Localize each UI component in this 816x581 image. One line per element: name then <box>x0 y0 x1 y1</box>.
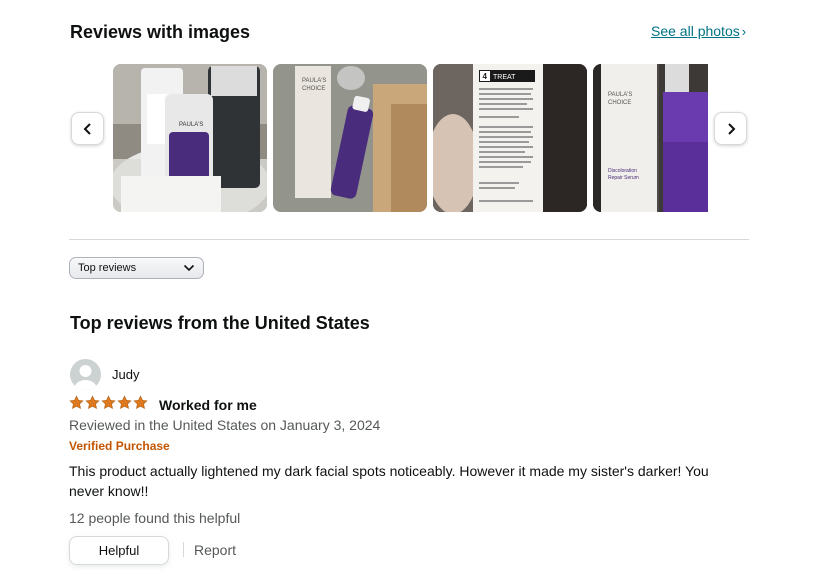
review-image-1-photo: PAULA'S <box>113 64 267 212</box>
star-icon <box>69 395 84 409</box>
sort-reviews-dropdown[interactable]: Top reviews <box>69 257 204 279</box>
star-icon <box>117 395 132 409</box>
star-icon <box>101 395 116 409</box>
thumb4-product2: Repair Serum <box>608 175 639 181</box>
review-image-4[interactable]: PAULA'S CHOICE Discoloration Repair Seru… <box>593 64 708 212</box>
helpful-button-label[interactable]: Helpful <box>99 543 139 558</box>
carousel-next-button[interactable] <box>714 112 747 145</box>
thumb4-brand: PAULA'S <box>608 92 632 98</box>
thumb1-brand: PAULA'S <box>179 122 203 128</box>
review-author[interactable]: Judy <box>112 367 139 382</box>
section-divider <box>69 239 749 240</box>
review-image-2-photo: PAULA'S CHOICE <box>273 64 427 212</box>
carousel-prev-button[interactable] <box>71 112 104 145</box>
star-rating[interactable] <box>69 395 148 410</box>
user-silhouette-icon <box>74 365 97 390</box>
thumb3-label: TREAT <box>493 74 516 81</box>
chevron-left-icon <box>83 122 91 135</box>
review-image-2[interactable]: PAULA'S CHOICE <box>273 64 427 212</box>
thumb3-step: 4 <box>483 72 488 81</box>
thumb4-brand2: CHOICE <box>608 100 631 106</box>
star-icon <box>133 395 148 409</box>
chevron-right-small-icon: › <box>741 24 747 39</box>
thumb4-product1: Discoloration <box>608 168 637 174</box>
chevron-right-icon <box>727 122 735 135</box>
star-icon <box>85 395 100 409</box>
thumb2-brand2: CHOICE <box>302 86 325 92</box>
see-all-photos-link[interactable]: See all photos › <box>651 23 746 39</box>
top-reviews-heading: Top reviews from the United States <box>70 313 370 333</box>
review-image-4-photo: PAULA'S CHOICE Discoloration Repair Seru… <box>593 64 708 212</box>
verified-purchase-badge[interactable]: Verified Purchase <box>69 439 170 453</box>
thumb2-brand: PAULA'S <box>302 78 326 84</box>
sort-selected-label[interactable]: Top reviews <box>78 262 136 274</box>
images-section-title: Reviews with images <box>70 22 251 42</box>
chevron-down-icon <box>183 264 195 272</box>
review-date: Reviewed in the United States on January… <box>69 417 381 433</box>
see-all-photos-label[interactable]: See all photos <box>651 23 740 39</box>
review-title[interactable]: Worked for me <box>159 397 257 413</box>
review-image-3[interactable]: 4 TREAT <box>433 64 587 212</box>
action-separator <box>183 542 184 557</box>
review-image-3-photo: 4 TREAT <box>433 64 587 212</box>
helpful-count: 12 people found this helpful <box>69 510 241 526</box>
helpful-button[interactable]: Helpful <box>69 536 169 565</box>
avatar[interactable] <box>70 359 101 390</box>
report-link[interactable]: Report <box>194 542 236 558</box>
review-body: This product actually lightened my dark … <box>69 463 709 499</box>
review-image-1[interactable]: PAULA'S <box>113 64 267 212</box>
